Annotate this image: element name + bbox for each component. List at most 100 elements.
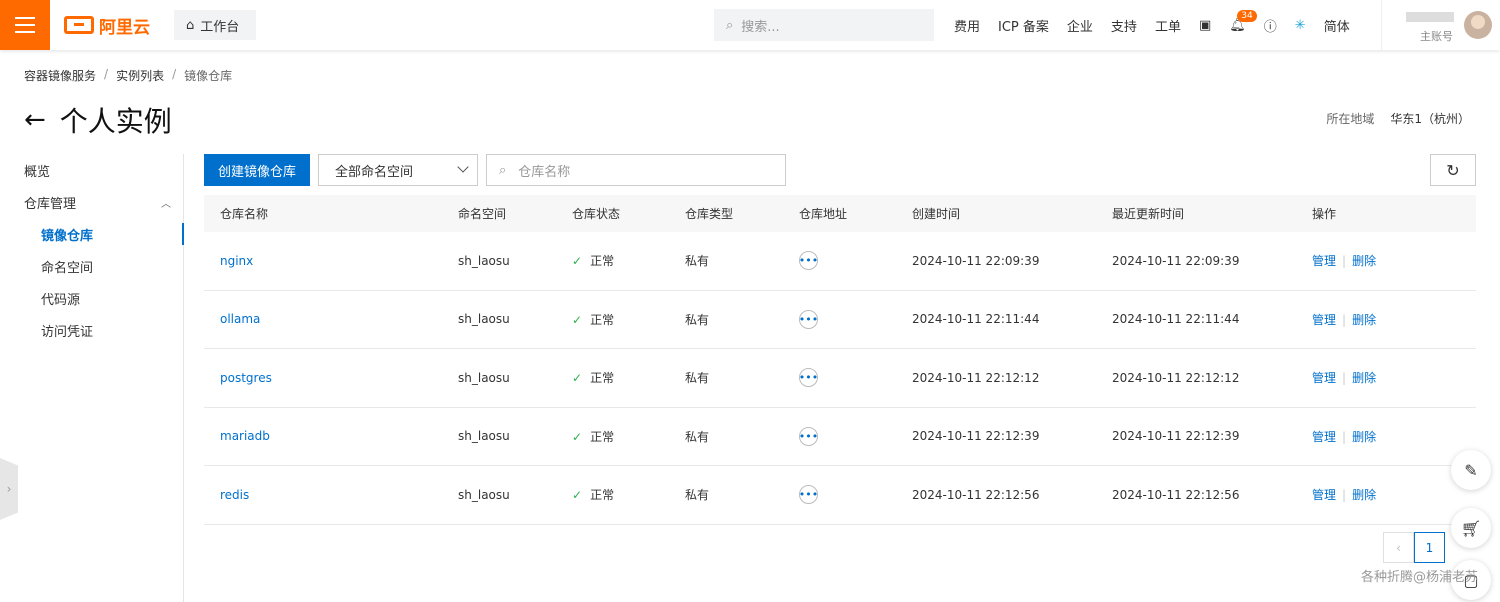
workbench-label: 工作台 [200, 19, 240, 35]
status-text: 正常 [590, 254, 615, 269]
updated-cell: 2024-10-11 22:11:44 [1112, 312, 1240, 327]
repo-name-search-input[interactable]: ⌕ 仓库名称 [486, 154, 786, 186]
breadcrumb-item-instances[interactable]: 实例列表 [116, 67, 164, 84]
repo-name-link[interactable]: ollama [220, 312, 260, 326]
global-search-input[interactable]: ⌕ 搜索... [714, 9, 934, 41]
language-switch[interactable]: 简体 [1315, 16, 1359, 35]
feedback-edit-button[interactable]: ✎ [1451, 450, 1491, 490]
sidebar-item-access-credential[interactable]: 访问凭证 [0, 314, 183, 346]
namespace-cell: sh_laosu [458, 253, 510, 268]
menu-button[interactable] [0, 0, 50, 50]
check-icon: ✓ [572, 429, 583, 444]
repo-name-link[interactable]: redis [220, 488, 249, 502]
namespace-select[interactable]: 全部命名空间 [318, 154, 478, 186]
chevron-left-icon: ‹ [1396, 540, 1401, 555]
col-header-created: 创建时间 [912, 207, 961, 221]
repo-name-link[interactable]: mariadb [220, 429, 270, 443]
breadcrumb-item-acr[interactable]: 容器镜像服务 [24, 67, 96, 84]
tongyi-assistant-icon[interactable]: ✳ [1286, 18, 1315, 33]
table-row: mariadb sh_laosu ✓ 正常 私有 ••• 2024-10-11 2… [204, 408, 1476, 466]
create-repo-button[interactable]: 创建镜像仓库 [204, 154, 310, 186]
col-header-namespace: 命名空间 [458, 207, 507, 221]
created-cell: 2024-10-11 22:11:44 [912, 312, 1040, 327]
page-number-current[interactable]: 1 [1414, 532, 1445, 563]
created-cell: 2024-10-11 22:12:12 [912, 370, 1040, 385]
home-icon: ⌂ [186, 17, 195, 33]
manage-link[interactable]: 管理 [1312, 430, 1336, 444]
delete-link[interactable]: 删除 [1352, 313, 1376, 327]
back-arrow-icon[interactable]: ← [24, 107, 46, 133]
repo-name-link[interactable]: nginx [220, 254, 253, 268]
page-title: 个人实例 [59, 105, 172, 138]
toolbar: 创建镜像仓库 全部命名空间 ⌕ 仓库名称 ↻ [204, 154, 1476, 186]
account-name-redacted [1406, 12, 1454, 22]
action-divider: | [1342, 254, 1347, 269]
sidebar-item-image-repo[interactable]: 镜像仓库 [0, 218, 184, 250]
avatar[interactable] [1464, 11, 1492, 39]
more-dots-icon[interactable]: ••• [799, 426, 818, 446]
help-icon[interactable]: ⓘ [1255, 16, 1286, 35]
namespace-select-value: 全部命名空间 [335, 164, 414, 180]
delete-link[interactable]: 删除 [1352, 371, 1376, 385]
refresh-button[interactable]: ↻ [1430, 154, 1476, 186]
sidebar-item-code-source[interactable]: 代码源 [0, 282, 183, 314]
action-divider: | [1342, 429, 1347, 444]
more-dots-icon[interactable]: ••• [799, 251, 818, 271]
repo-name-placeholder: 仓库名称 [518, 164, 571, 180]
region-value: 华东1（杭州） [1390, 112, 1470, 126]
cart-button[interactable]: 🛒︎ [1451, 508, 1491, 548]
more-dots-icon[interactable]: ••• [799, 368, 818, 388]
breadcrumb-separator: / [172, 67, 177, 81]
repo-name-link[interactable]: postgres [220, 371, 272, 385]
more-dots-icon[interactable]: ••• [799, 309, 818, 329]
notification-bell-icon[interactable]: 🔔︎ 34 [1220, 9, 1257, 33]
nav-support[interactable]: 支持 [1102, 16, 1146, 35]
created-cell: 2024-10-11 22:12:56 [912, 487, 1040, 502]
breadcrumb-item-current: 镜像仓库 [184, 69, 233, 83]
logo-mark-icon [64, 16, 94, 34]
check-icon: ✓ [572, 312, 583, 327]
updated-cell: 2024-10-11 22:12:12 [1112, 370, 1240, 385]
nav-ticket[interactable]: 工单 [1146, 16, 1190, 35]
type-cell: 私有 [685, 312, 710, 327]
table-row: postgres sh_laosu ✓ 正常 私有 ••• 2024-10-11 … [204, 349, 1476, 408]
action-divider: | [1342, 488, 1347, 503]
account-menu[interactable]: 主账号 [1381, 0, 1500, 50]
updated-cell: 2024-10-11 22:12:39 [1112, 429, 1240, 444]
action-divider: | [1342, 312, 1347, 327]
check-icon: ✓ [572, 254, 583, 269]
manage-link[interactable]: 管理 [1312, 313, 1336, 327]
more-dots-icon[interactable]: ••• [799, 485, 818, 505]
nav-icp[interactable]: ICP 备案 [989, 16, 1058, 35]
status-text: 正常 [590, 429, 615, 444]
status-text: 正常 [590, 371, 615, 386]
manage-link[interactable]: 管理 [1312, 488, 1336, 502]
delete-link[interactable]: 删除 [1352, 254, 1376, 268]
nav-billing[interactable]: 费用 [945, 16, 989, 35]
aliyun-logo[interactable]: 阿里云 [64, 13, 150, 38]
sidebar-group-repo-management[interactable]: 仓库管理 ︿ [0, 186, 183, 218]
delete-link[interactable]: 删除 [1352, 430, 1376, 444]
sidebar-item-namespace[interactable]: 命名空间 [0, 250, 183, 282]
breadcrumb: 容器镜像服务 / 实例列表 / 镜像仓库 [24, 67, 232, 84]
workbench-button[interactable]: ⌂ 工作台 [174, 10, 256, 40]
check-icon: ✓ [572, 371, 583, 386]
type-cell: 私有 [685, 429, 710, 444]
title-row: ← 个人实例 [24, 100, 172, 140]
sidebar-item-overview[interactable]: 概览 [0, 154, 183, 186]
delete-link[interactable]: 删除 [1352, 488, 1376, 502]
manage-link[interactable]: 管理 [1312, 254, 1336, 268]
account-role: 主账号 [1420, 30, 1453, 43]
sidebar-group-label: 仓库管理 [24, 196, 77, 212]
created-cell: 2024-10-11 22:09:39 [912, 253, 1040, 268]
sidebar-expand-tab[interactable]: › [0, 458, 18, 520]
terminal-icon[interactable]: ▣ [1190, 18, 1220, 33]
type-cell: 私有 [685, 371, 710, 386]
manage-link[interactable]: 管理 [1312, 371, 1336, 385]
created-cell: 2024-10-11 22:12:39 [912, 429, 1040, 444]
updated-cell: 2024-10-11 22:12:56 [1112, 487, 1240, 502]
nav-enterprise[interactable]: 企业 [1058, 16, 1102, 35]
region-info: 所在地域 华东1（杭州） [1326, 110, 1470, 127]
prev-page-button[interactable]: ‹ [1383, 532, 1414, 563]
table-row: nginx sh_laosu ✓ 正常 私有 ••• 2024-10-11 22:… [204, 232, 1476, 291]
